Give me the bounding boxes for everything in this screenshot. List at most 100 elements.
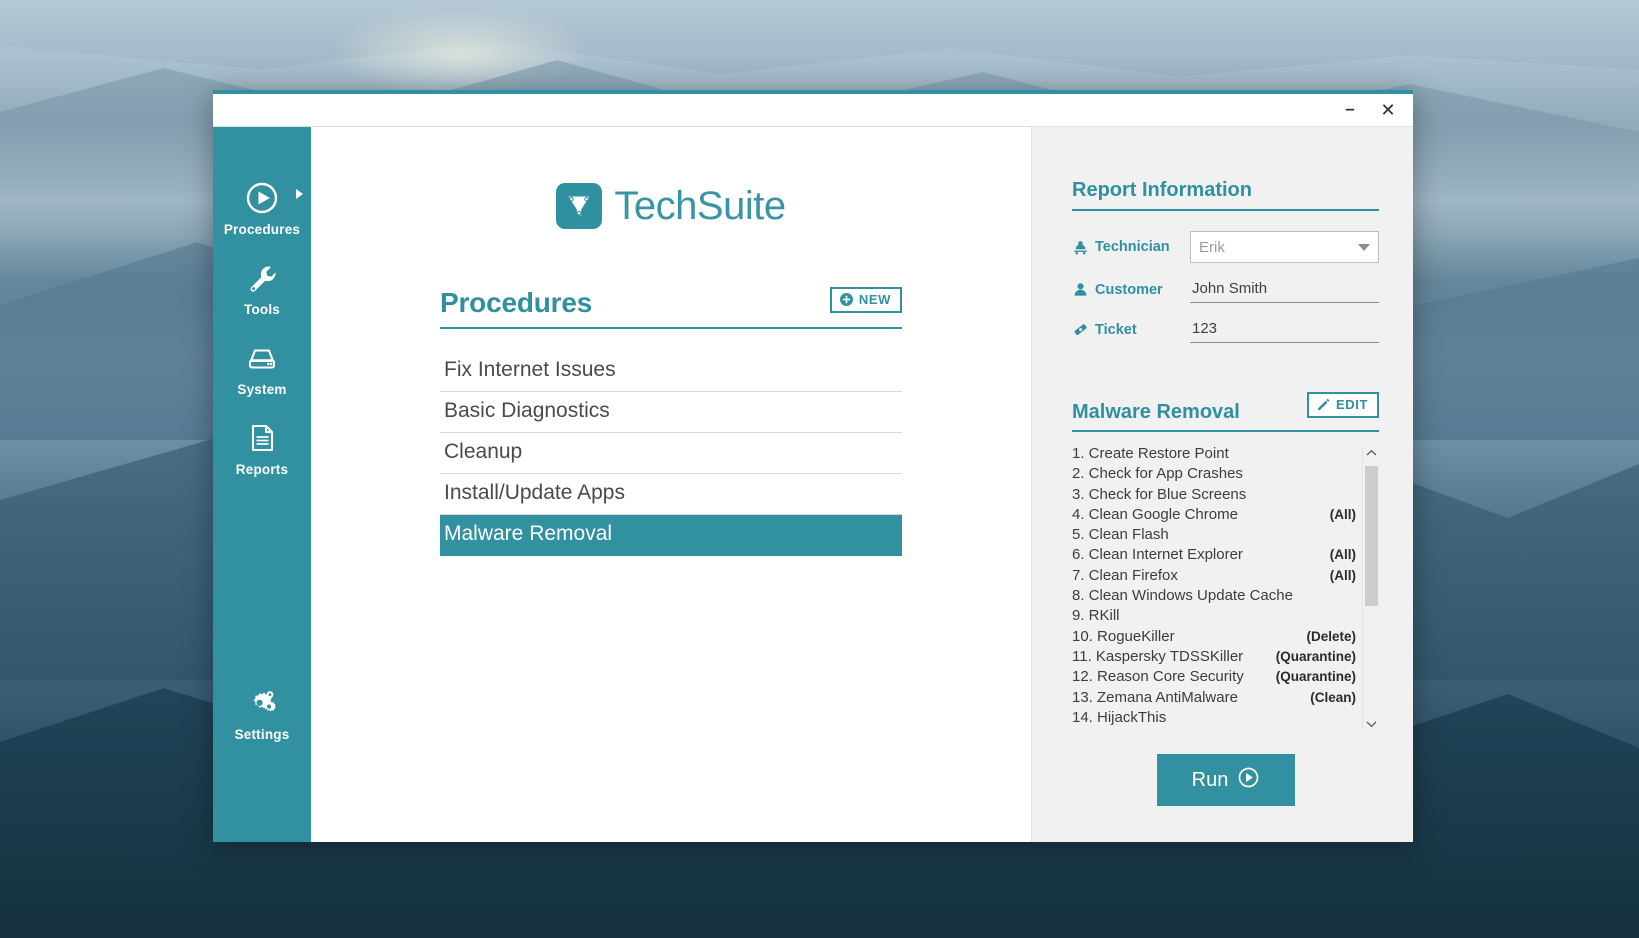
- gears-icon: [245, 686, 279, 720]
- run-button[interactable]: Run: [1156, 754, 1295, 806]
- task-flag: (Quarantine): [1275, 648, 1356, 664]
- malware-removal-header: Malware Removal EDIT: [1072, 392, 1379, 432]
- new-procedure-label: NEW: [858, 292, 891, 307]
- customer-label-text: Customer: [1095, 281, 1163, 298]
- task-list[interactable]: 1. Create Restore Point 2. Check for App …: [1072, 444, 1362, 732]
- sidebar-item-system[interactable]: System: [213, 331, 311, 411]
- chevron-up-icon[interactable]: [1363, 444, 1380, 461]
- task-row[interactable]: 4. Clean Google Chrome (All): [1072, 505, 1356, 525]
- task-flag: (Clean): [1310, 689, 1356, 705]
- task-row[interactable]: 5. Clean Flash: [1072, 525, 1356, 545]
- task-row[interactable]: 9. RKill: [1072, 606, 1356, 626]
- task-name: 11. Kaspersky TDSSKiller: [1072, 647, 1244, 665]
- sidebar-expand-caret-icon[interactable]: [296, 189, 303, 199]
- minimize-button[interactable]: –: [1339, 99, 1361, 121]
- task-name: 7. Clean Firefox: [1072, 566, 1178, 584]
- task-list-scrollbar[interactable]: [1362, 444, 1379, 732]
- task-row[interactable]: 11. Kaspersky TDSSKiller (Quarantine): [1072, 647, 1356, 667]
- task-flag: (All): [1329, 547, 1356, 563]
- desktop-wallpaper: – ✕ Procedures Tools System Reports Sett…: [0, 0, 1639, 938]
- ticket-field-row: Ticket 123: [1072, 316, 1379, 343]
- window-titlebar: – ✕: [213, 94, 1413, 127]
- list-item[interactable]: Install/Update Apps: [440, 474, 902, 515]
- close-button[interactable]: ✕: [1377, 99, 1399, 121]
- sidebar-item-procedures[interactable]: Procedures: [213, 171, 311, 251]
- task-name: 14. HijackThis: [1072, 708, 1167, 726]
- report-information-title: Report Information: [1072, 179, 1379, 211]
- list-item[interactable]: Basic Diagnostics: [440, 392, 902, 433]
- report-sidebar: Report Information Technician Erik Custo…: [1031, 127, 1413, 842]
- techsuite-funnel-logo-icon: [556, 183, 603, 229]
- task-flag: (All): [1329, 567, 1356, 583]
- window-body: Procedures Tools System Reports Settings…: [213, 127, 1413, 842]
- procedures-panel: Procedures NEW Fix Internet Issues Basic…: [440, 287, 902, 556]
- task-name: 4. Clean Google Chrome: [1072, 505, 1238, 523]
- chevron-down-icon[interactable]: [1358, 243, 1370, 251]
- technician-value: Erik: [1199, 238, 1225, 256]
- ticket-label-text: Ticket: [1095, 321, 1137, 338]
- play-circle-icon: [245, 181, 279, 215]
- technician-label: Technician: [1072, 239, 1190, 255]
- sidebar-item-label: Settings: [234, 727, 290, 742]
- procedures-list: Fix Internet Issues Basic Diagnostics Cl…: [440, 351, 902, 556]
- brand-header: TechSuite: [311, 183, 1031, 229]
- technician-label-text: Technician: [1095, 239, 1170, 255]
- ticket-icon: [1072, 322, 1088, 338]
- ticket-label: Ticket: [1072, 322, 1190, 338]
- task-row[interactable]: 7. Clean Firefox (All): [1072, 566, 1356, 586]
- task-row[interactable]: 12. Reason Core Security (Quarantine): [1072, 667, 1356, 687]
- list-item-selected[interactable]: Malware Removal: [440, 515, 902, 556]
- edit-label: EDIT: [1335, 397, 1368, 412]
- scrollbar-thumb[interactable]: [1365, 466, 1378, 606]
- sidebar-item-label: System: [237, 382, 287, 397]
- plus-circle-icon: [839, 293, 853, 306]
- sidebar-item-reports[interactable]: Reports: [213, 411, 311, 491]
- task-row[interactable]: 6. Clean Internet Explorer (All): [1072, 545, 1356, 565]
- brand-name: TechSuite: [614, 183, 786, 228]
- report-information-fields: Technician Erik Customer John Smith Tick…: [1072, 231, 1379, 356]
- document-lines-icon: [245, 421, 279, 455]
- task-row[interactable]: 2. Check for App Crashes: [1072, 464, 1356, 484]
- task-list-container: 1. Create Restore Point 2. Check for App …: [1072, 444, 1379, 732]
- edit-procedure-button[interactable]: EDIT: [1306, 392, 1379, 418]
- task-name: 2. Check for App Crashes: [1072, 465, 1243, 483]
- list-item[interactable]: Fix Internet Issues: [440, 351, 902, 392]
- play-circle-icon: [1238, 767, 1259, 794]
- task-row[interactable]: 3. Check for Blue Screens: [1072, 485, 1356, 505]
- main-content: TechSuite Procedures NEW Fix Internet Is…: [311, 127, 1031, 842]
- procedures-header: Procedures NEW: [440, 287, 902, 329]
- wrench-icon: [245, 261, 279, 295]
- task-name: 6. Clean Internet Explorer: [1072, 546, 1243, 564]
- malware-removal-title: Malware Removal: [1072, 401, 1240, 423]
- chevron-down-icon[interactable]: [1363, 715, 1380, 732]
- task-row[interactable]: 13. Zemana AntiMalware (Clean): [1072, 688, 1356, 708]
- new-procedure-button[interactable]: NEW: [829, 287, 902, 313]
- customer-input[interactable]: John Smith: [1190, 276, 1379, 303]
- task-name: 8. Clean Windows Update Cache: [1072, 587, 1293, 605]
- customer-field-row: Customer John Smith: [1072, 276, 1379, 303]
- task-row[interactable]: 8. Clean Windows Update Cache: [1072, 586, 1356, 606]
- sidebar-item-label: Tools: [244, 302, 280, 317]
- technician-select[interactable]: Erik: [1190, 231, 1379, 263]
- task-flag: (Delete): [1306, 628, 1356, 644]
- task-name: 10. RogueKiller: [1072, 627, 1175, 645]
- sidebar-navigation: Procedures Tools System Reports Settings: [213, 127, 311, 842]
- techsuite-application-window: – ✕ Procedures Tools System Reports Sett…: [213, 90, 1413, 842]
- task-row[interactable]: 10. RogueKiller (Delete): [1072, 627, 1356, 647]
- technician-icon: [1072, 239, 1088, 255]
- task-row[interactable]: 14. HijackThis: [1072, 708, 1356, 728]
- malware-removal-section: Malware Removal EDIT 1. Create Restore P…: [1072, 392, 1379, 842]
- task-name: 13. Zemana AntiMalware: [1072, 688, 1238, 706]
- run-button-label: Run: [1191, 768, 1229, 791]
- ticket-input[interactable]: 123: [1190, 316, 1379, 343]
- task-flag: (Quarantine): [1275, 669, 1356, 685]
- sidebar-item-label: Reports: [235, 462, 289, 477]
- sidebar-item-tools[interactable]: Tools: [213, 251, 311, 331]
- person-icon: [1072, 282, 1088, 298]
- list-item[interactable]: Cleanup: [440, 433, 902, 474]
- customer-label: Customer: [1072, 282, 1190, 298]
- sidebar-item-settings[interactable]: Settings: [213, 676, 311, 756]
- pencil-icon: [1317, 398, 1330, 411]
- task-row[interactable]: 1. Create Restore Point: [1072, 444, 1356, 464]
- task-name: 5. Clean Flash: [1072, 526, 1169, 544]
